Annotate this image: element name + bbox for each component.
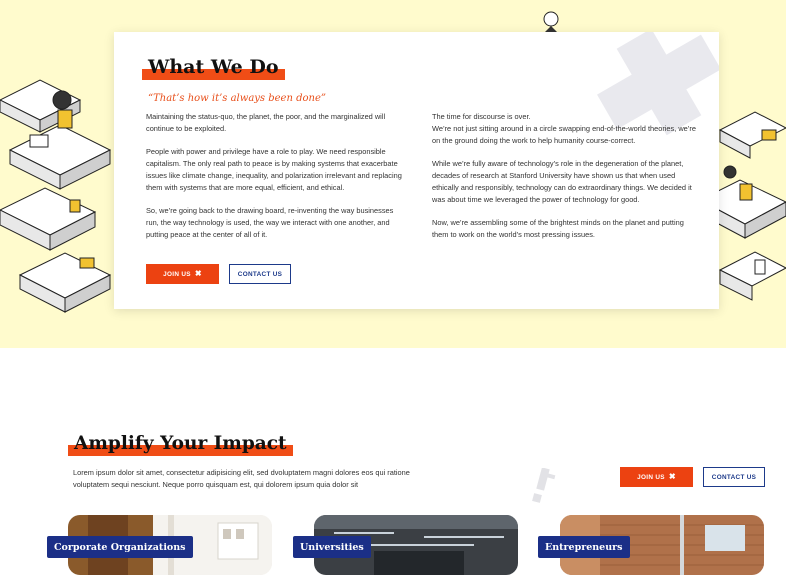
page-title: What We Do	[148, 56, 279, 78]
contact-us-label: CONTACT US	[711, 473, 757, 481]
what-we-do-card: What We Do “That’s how it’s always been …	[114, 32, 719, 309]
close-x-icon: ✖	[668, 472, 676, 481]
what-we-do-heading: What We Do	[142, 56, 285, 80]
join-us-label: JOIN US	[163, 270, 191, 278]
paragraph: Maintaining the status-quo, the planet, …	[146, 112, 386, 133]
paragraph: Now, we’re assembling some of the bright…	[432, 218, 684, 239]
impact-contact-us-button[interactable]: CONTACT US	[703, 467, 765, 487]
right-text-column: The time for discourse is over. We’re no…	[432, 111, 702, 253]
tagline-quote: “That’s how it’s always been done”	[148, 93, 326, 104]
paragraph: The time for discourse is over. We’re no…	[432, 112, 697, 145]
join-us-label: JOIN US	[637, 473, 665, 481]
section-title: Amplify Your Impact	[74, 433, 287, 454]
join-us-button[interactable]: JOIN US ✖	[146, 264, 219, 284]
hero-section: What We Do “That’s how it’s always been …	[0, 0, 786, 348]
paragraph: People with power and privilege have a r…	[146, 147, 402, 192]
tile-label-entrepreneurs: Entrepreneurs	[538, 536, 630, 558]
impact-join-us-button[interactable]: JOIN US ✖	[620, 467, 693, 487]
paragraph: So, we’re going back to the drawing boar…	[146, 206, 394, 239]
amplify-heading: Amplify Your Impact	[68, 433, 293, 456]
isometric-illustration-left	[0, 79, 112, 313]
tile-label-corporate-organizations: Corporate Organizations	[47, 536, 193, 558]
section-lead-text: Lorem ipsum dolor sit amet, consectetur …	[73, 468, 410, 489]
contact-us-label: CONTACT US	[237, 270, 283, 278]
left-text-column: Maintaining the status-quo, the planet, …	[146, 111, 408, 253]
exclamation-decoration-icon	[532, 468, 556, 503]
contact-us-button[interactable]: CONTACT US	[229, 264, 291, 284]
paragraph: While we’re fully aware of technology’s …	[432, 159, 692, 204]
close-x-icon: ✖	[194, 269, 202, 278]
tile-label-universities: Universities	[293, 536, 371, 558]
